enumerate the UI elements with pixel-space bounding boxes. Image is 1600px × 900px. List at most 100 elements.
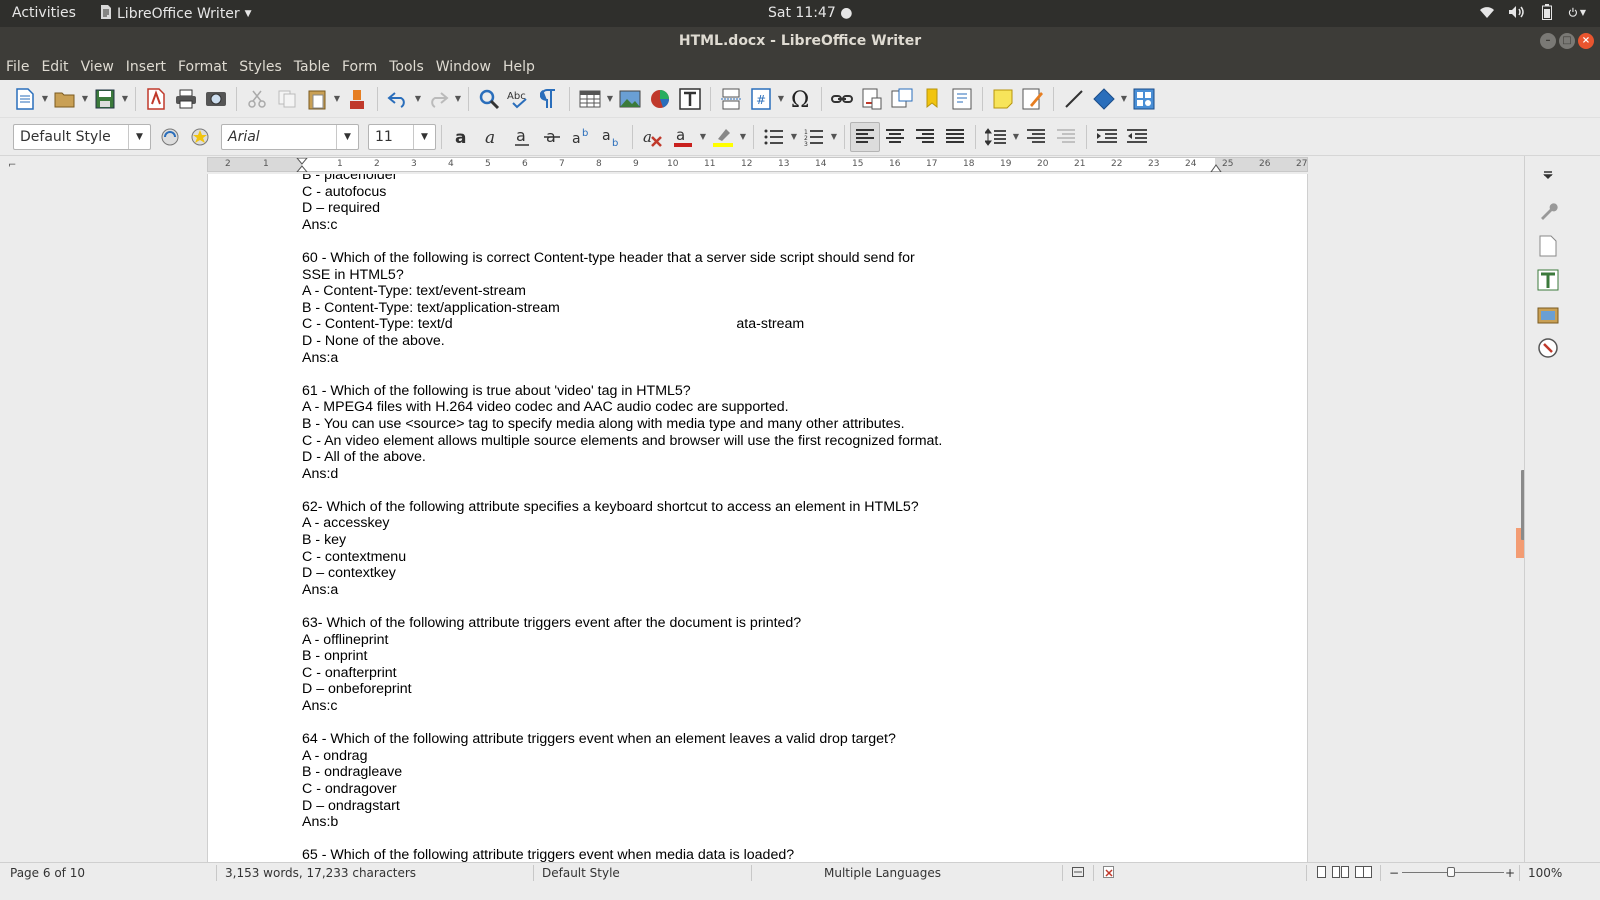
word-count[interactable]: 3,153 words, 17,233 characters — [225, 866, 416, 880]
styles-icon[interactable] — [1537, 269, 1559, 291]
page-style[interactable]: Default Style — [542, 866, 620, 880]
insert-page-break-icon[interactable] — [716, 84, 746, 114]
superscript-icon[interactable]: ab — [567, 122, 597, 152]
highlight-dropdown-arrow[interactable]: ▼ — [738, 122, 748, 152]
special-character-icon[interactable]: Ω — [786, 84, 816, 114]
print-preview-icon[interactable] — [201, 84, 231, 114]
strikethrough-icon[interactable]: a — [537, 122, 567, 152]
bold-icon[interactable]: a — [447, 122, 477, 152]
highlight-color-icon[interactable] — [708, 122, 738, 152]
font-color-icon[interactable]: a — [668, 122, 698, 152]
export-pdf-icon[interactable] — [141, 84, 171, 114]
insert-comment-icon[interactable] — [988, 84, 1018, 114]
menu-format[interactable]: Format — [178, 56, 233, 80]
update-style-icon[interactable] — [155, 122, 185, 152]
font-size-combo[interactable]: 11 ▼ — [368, 123, 436, 150]
align-left-icon[interactable] — [850, 121, 880, 152]
increase-indent-icon[interactable] — [1092, 122, 1122, 152]
line-spacing-icon[interactable] — [981, 122, 1011, 152]
document-page[interactable]: B - placeholder C - autofocus D – required… — [207, 174, 1308, 862]
page-icon[interactable] — [1537, 235, 1559, 257]
justify-icon[interactable] — [940, 122, 970, 152]
document-text[interactable]: B - placeholder C - autofocus D – required… — [302, 174, 1002, 862]
minimize-button[interactable]: – — [1540, 33, 1556, 49]
sidebar-menu-icon[interactable] — [1537, 164, 1559, 186]
basic-shapes-icon[interactable] — [1089, 84, 1119, 114]
redo-dropdown-arrow[interactable]: ▼ — [453, 84, 463, 114]
menu-table[interactable]: Table — [294, 56, 336, 80]
menu-insert[interactable]: Insert — [126, 56, 172, 80]
maximize-button[interactable]: □ — [1559, 33, 1575, 49]
insert-endnote-icon[interactable] — [887, 84, 917, 114]
insert-bookmark-icon[interactable] — [917, 84, 947, 114]
undo-dropdown-arrow[interactable]: ▼ — [413, 84, 423, 114]
menu-file[interactable]: File — [6, 56, 35, 80]
table-dropdown-arrow[interactable]: ▼ — [605, 84, 615, 114]
zoom-level[interactable]: 100% — [1528, 866, 1562, 880]
close-button[interactable]: × — [1578, 33, 1594, 49]
menu-window[interactable]: Window — [436, 56, 497, 80]
single-page-view-icon[interactable] — [1317, 866, 1327, 881]
properties-wrench-icon[interactable] — [1537, 200, 1559, 222]
subscript-icon[interactable]: ab — [597, 122, 627, 152]
menu-styles[interactable]: Styles — [239, 56, 287, 80]
decrease-paragraph-spacing-icon[interactable] — [1051, 122, 1081, 152]
field-dropdown-arrow[interactable]: ▼ — [776, 84, 786, 114]
menu-tools[interactable]: Tools — [389, 56, 430, 80]
insert-line-icon[interactable] — [1059, 84, 1089, 114]
document-area[interactable]: B - placeholder C - autofocus D – required… — [0, 174, 1524, 862]
menu-form[interactable]: Form — [342, 56, 383, 80]
shapes-dropdown-arrow[interactable]: ▼ — [1119, 84, 1129, 114]
insert-hyperlink-icon[interactable] — [827, 84, 857, 114]
copy-icon[interactable] — [272, 84, 302, 114]
selection-mode-icon[interactable] — [1072, 866, 1084, 880]
insert-chart-icon[interactable] — [645, 84, 675, 114]
formatting-marks-icon[interactable] — [534, 84, 564, 114]
activities-button[interactable]: Activities — [12, 5, 76, 21]
chevron-down-icon[interactable]: ▼ — [336, 124, 358, 149]
cut-icon[interactable] — [242, 84, 272, 114]
print-icon[interactable] — [171, 84, 201, 114]
gallery-icon[interactable] — [1537, 303, 1559, 325]
page-count[interactable]: Page 6 of 10 — [10, 866, 85, 880]
insert-table-icon[interactable] — [575, 84, 605, 114]
paragraph-style-combo[interactable]: Default Style ▼ — [13, 123, 151, 150]
font-color-dropdown-arrow[interactable]: ▼ — [698, 122, 708, 152]
language-status[interactable]: Multiple Languages — [824, 866, 941, 880]
insert-textbox-icon[interactable] — [675, 84, 705, 114]
volume-icon[interactable] — [1508, 3, 1526, 21]
bullets-dropdown-arrow[interactable]: ▼ — [789, 122, 799, 152]
new-dropdown-arrow[interactable]: ▼ — [40, 84, 50, 114]
ordered-list-icon[interactable]: 123 — [799, 122, 829, 152]
multi-page-view-icon[interactable] — [1332, 866, 1350, 881]
open-dropdown-arrow[interactable]: ▼ — [80, 84, 90, 114]
navigator-icon[interactable] — [1537, 337, 1559, 359]
paste-icon[interactable] — [302, 84, 332, 114]
zoom-in-button[interactable]: + — [1505, 866, 1515, 880]
menu-edit[interactable]: Edit — [41, 56, 74, 80]
wifi-icon[interactable] — [1478, 3, 1496, 21]
zoom-slider-handle[interactable] — [1447, 867, 1455, 877]
menu-view[interactable]: View — [81, 56, 120, 80]
decrease-indent-icon[interactable] — [1122, 122, 1152, 152]
clock[interactable]: Sat 11:47 ● — [768, 5, 852, 21]
system-tray[interactable]: ▼ — [1478, 3, 1586, 21]
new-style-icon[interactable] — [185, 122, 215, 152]
power-icon[interactable]: ▼ — [1568, 3, 1586, 21]
underline-icon[interactable]: a — [507, 122, 537, 152]
book-view-icon[interactable] — [1355, 866, 1373, 881]
clone-formatting-icon[interactable] — [342, 84, 372, 114]
italic-icon[interactable]: a — [477, 122, 507, 152]
line-spacing-dropdown-arrow[interactable]: ▼ — [1011, 122, 1021, 152]
right-indent-marker-icon[interactable] — [1210, 164, 1222, 172]
chevron-down-icon[interactable]: ▼ — [413, 124, 435, 149]
save-icon[interactable] — [90, 84, 120, 114]
font-name-combo[interactable]: Arial ▼ — [221, 123, 359, 150]
track-changes-icon[interactable] — [1018, 84, 1048, 114]
increase-paragraph-spacing-icon[interactable] — [1021, 122, 1051, 152]
horizontal-ruler[interactable]: 2 1 1 2 3 4 5 6 7 8 9 10 11 12 13 14 15 … — [207, 157, 1308, 172]
zoom-out-button[interactable]: − — [1389, 866, 1399, 880]
insert-field-icon[interactable]: # — [746, 84, 776, 114]
open-folder-icon[interactable] — [50, 84, 80, 114]
paste-dropdown-arrow[interactable]: ▼ — [332, 84, 342, 114]
